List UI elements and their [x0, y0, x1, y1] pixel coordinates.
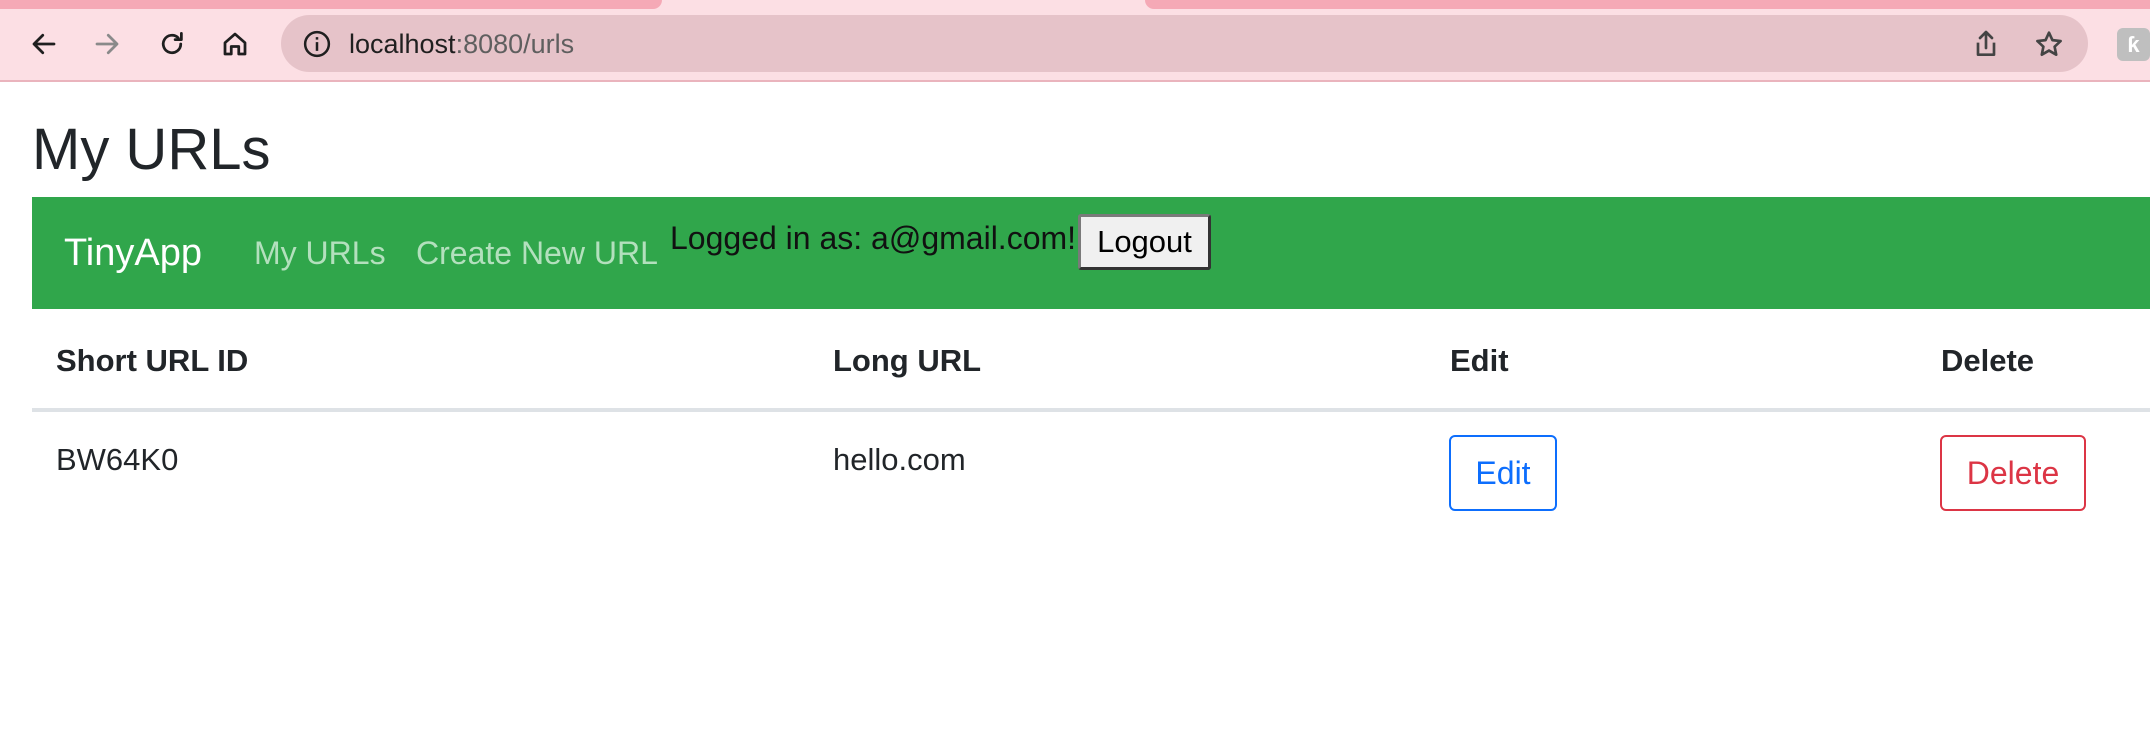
short-url-id-cell: BW64K0 [56, 442, 179, 477]
star-icon[interactable] [2033, 28, 2065, 60]
home-button[interactable] [213, 22, 257, 66]
column-header-edit: Edit [1450, 343, 1509, 378]
navbar: TinyApp My URLs Create New URL Logged in… [32, 197, 2150, 309]
logout-button[interactable]: Logout [1078, 214, 1211, 270]
url-host: localhost [349, 29, 456, 59]
forward-arrow-icon [95, 33, 119, 55]
inactive-tab-left[interactable] [0, 0, 662, 9]
page-title: My URLs [32, 117, 271, 182]
back-button[interactable] [22, 22, 66, 66]
url-text[interactable]: localhost:8080/urls [349, 28, 574, 60]
extension-icon[interactable]: ƙ [2117, 28, 2150, 61]
column-header-delete: Delete [1941, 343, 2035, 378]
table-header-divider [32, 408, 2150, 412]
long-url-cell: hello.com [833, 442, 966, 477]
reload-icon [161, 32, 183, 55]
browser-toolbar: localhost:8080/urls ƙ [0, 0, 2150, 82]
address-bar[interactable]: localhost:8080/urls [281, 15, 2088, 72]
nav-link-create-new-url[interactable]: Create New URL [416, 233, 658, 273]
column-header-long-url: Long URL [833, 343, 982, 378]
forward-button[interactable] [85, 22, 129, 66]
inactive-tab-right[interactable] [1145, 0, 2150, 9]
home-icon [223, 32, 247, 56]
share-icon[interactable] [1970, 28, 2002, 60]
edit-button[interactable]: Edit [1449, 435, 1557, 511]
logged-in-status: Logged in as: a@gmail.com! [670, 220, 1077, 256]
info-icon[interactable] [302, 29, 332, 59]
navbar-brand[interactable]: TinyApp [64, 230, 202, 276]
column-header-short-url-id: Short URL ID [56, 343, 249, 378]
reload-button[interactable] [150, 22, 194, 66]
url-path: :8080/urls [455, 29, 575, 59]
delete-button[interactable]: Delete [1940, 435, 2086, 511]
nav-link-my-urls[interactable]: My URLs [254, 233, 386, 273]
back-arrow-icon [32, 33, 56, 55]
